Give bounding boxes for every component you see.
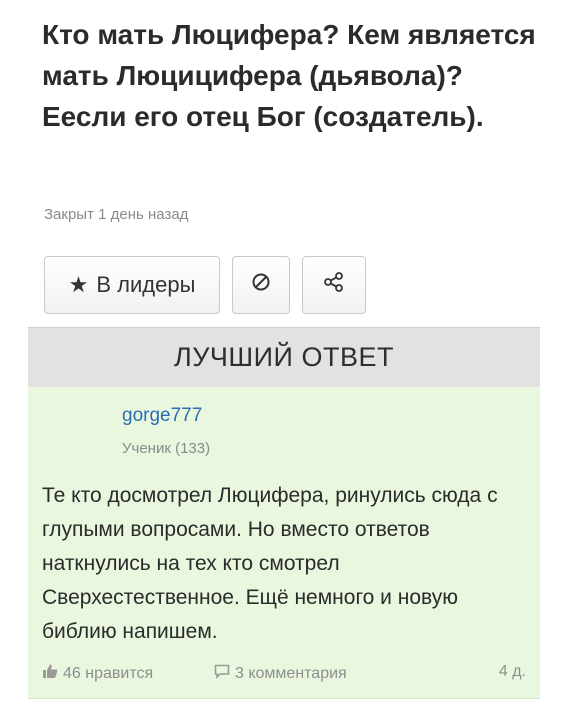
thumbs-up-icon (42, 663, 58, 684)
author-name-link[interactable]: gorge777 (122, 405, 202, 427)
closed-status: Закрыт 1 день назад (44, 206, 189, 223)
best-answer: gorge777 Ученик (133) Те кто досмотрел Л… (28, 387, 540, 699)
share-icon (323, 271, 345, 299)
like-button[interactable]: 46 нравится (42, 663, 153, 684)
answer-age: 4 д. (498, 663, 526, 680)
comment-icon (214, 663, 230, 684)
comments-link[interactable]: 3 комментария (214, 663, 347, 684)
star-icon: ★ (68, 272, 89, 297)
add-to-leaders-button[interactable]: ★ В лидеры (44, 256, 220, 314)
comments-count: 3 комментария (235, 664, 347, 682)
block-button[interactable] (232, 256, 290, 314)
answer-text: Те кто досмотрел Люцифера, ринулись сюда… (42, 484, 498, 643)
block-icon (251, 272, 271, 298)
likes-count: 46 нравится (63, 664, 154, 682)
add-to-leaders-label: В лидеры (96, 272, 196, 297)
share-button[interactable] (302, 256, 366, 314)
question-title: Кто мать Люцифера? Кем является мать Люц… (42, 19, 536, 132)
best-answer-header: ЛУЧШИЙ ОТВЕТ (28, 327, 540, 387)
author-rank: Ученик (133) (122, 440, 211, 457)
answer-footer: 46 нравится 3 комментария 4 д. (42, 663, 526, 685)
